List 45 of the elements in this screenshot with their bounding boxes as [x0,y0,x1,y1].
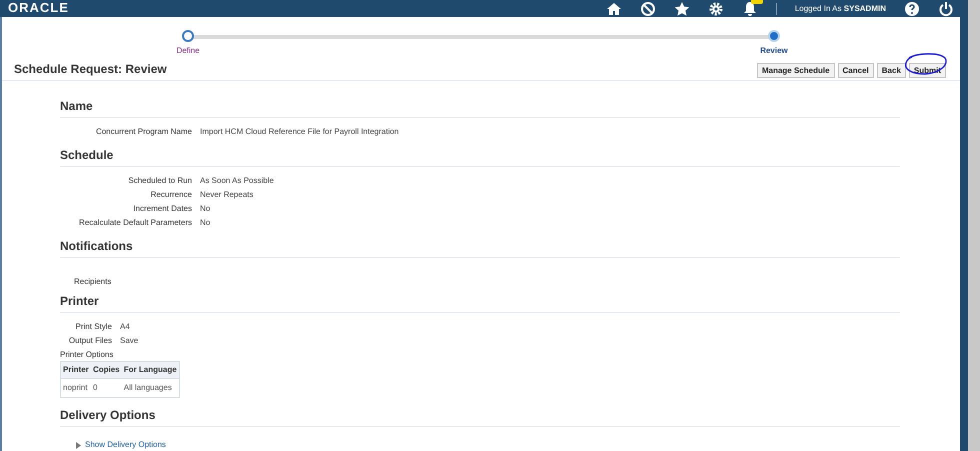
action-button[interactable]: Manage Schedule [756,63,835,78]
field-value: Import HCM Cloud Reference File for Payroll Integration [200,126,399,138]
field-value: A4 [120,321,130,333]
field-label: Recipients [74,277,112,286]
train-step-label: Review [760,45,788,57]
field-label: Recalculate Default Parameters [78,217,192,229]
section-heading: Schedule [60,147,114,164]
help-icon[interactable] [904,1,920,17]
star-icon[interactable] [674,1,690,17]
field-label: Increment Dates [132,203,192,215]
field-value: No [200,217,210,229]
power-icon[interactable] [938,1,954,17]
blocked-icon[interactable] [640,1,656,17]
page-title: Schedule Request: Review [14,60,167,78]
field-label: Concurrent Program Name [94,126,192,138]
action-button[interactable]: Cancel [838,63,874,78]
field-label: Scheduled to Run [127,175,192,187]
column-header: Copies [90,362,122,378]
notifications-icon[interactable] [742,1,758,17]
field-label: Output Files [68,335,112,347]
subheading: Printer Options [60,349,114,361]
field-value: As Soon As Possible [200,175,274,187]
field-value: Never Repeats [200,189,254,201]
section-heading: Printer [60,293,100,310]
oracle-logo: ORACLE [8,1,69,14]
train-step[interactable] [182,30,194,42]
logged-in-text: Logged In As SYSADMIN [794,3,886,15]
table-cell: All languages [122,378,180,398]
column-header: Printer [60,362,91,378]
table-cell: 0 [90,378,122,398]
section-heading: Delivery Options [60,407,156,424]
table-cell: noprint [60,378,91,398]
field-label: Print Style [74,321,112,333]
settings-icon[interactable] [708,1,724,17]
show-delivery-options-link[interactable]: Show Delivery Options [85,439,166,451]
disclosure-triangle-icon[interactable] [76,442,81,448]
section-heading: Notifications [60,238,134,255]
field-label: Recurrence [150,189,192,201]
section-heading: Name [60,98,94,115]
field-value: No [200,203,210,215]
field-value: Save [120,335,138,347]
column-header: For Language [122,362,180,378]
action-button[interactable]: Back [876,63,906,78]
home-icon[interactable] [606,1,622,17]
train-step-label: Define [176,45,200,57]
